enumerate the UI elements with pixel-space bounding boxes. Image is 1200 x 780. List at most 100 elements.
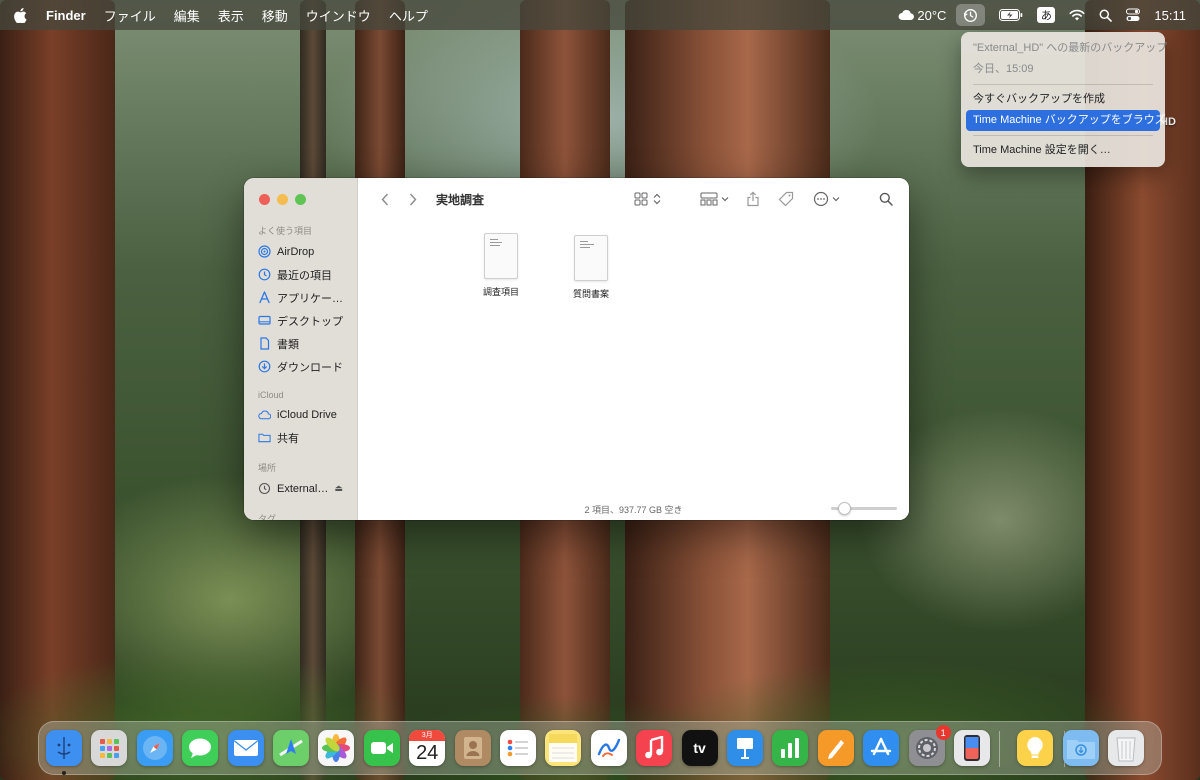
dock-facetime-icon[interactable] [363, 730, 400, 766]
shared-folder-icon [258, 431, 271, 444]
icon-size-slider[interactable] [831, 502, 897, 515]
wifi-icon[interactable] [1069, 4, 1085, 26]
dock-numbers-icon[interactable] [772, 730, 809, 766]
dock: 3月 24 tv 1 [38, 721, 1162, 775]
close-button[interactable] [259, 194, 270, 205]
dock-music-icon[interactable] [636, 730, 673, 766]
menubar-clock[interactable]: 15:11 [1154, 4, 1186, 26]
ime-icon[interactable]: あ [1037, 4, 1056, 26]
file-name: 質問書案 [572, 289, 609, 299]
dock-separator [999, 731, 1000, 767]
weather-temperature: 20°C [917, 7, 947, 23]
dock-notes-icon[interactable] [545, 730, 582, 766]
clock-icon [258, 268, 271, 281]
ime-indicator: あ [1037, 7, 1056, 23]
sidebar-item-label: iCloud Drive [277, 408, 337, 421]
tag-icon[interactable] [778, 189, 794, 209]
dock-system-settings-icon[interactable]: 1 [908, 725, 951, 766]
dock-messages-icon[interactable] [182, 730, 219, 766]
menu-file[interactable]: ファイル [104, 6, 156, 25]
zoom-button[interactable] [295, 194, 306, 205]
view-mode-button[interactable] [634, 189, 664, 209]
more-actions-button[interactable] [813, 189, 843, 209]
share-icon[interactable] [746, 189, 760, 209]
dock-photos-icon[interactable] [318, 730, 355, 766]
search-icon[interactable] [1099, 4, 1113, 26]
tm-latest-backup-time: 今日、15:09 [973, 63, 1034, 75]
dock-calendar-icon[interactable]: 3月 24 [409, 730, 446, 766]
weather-status[interactable]: 20°C [898, 4, 946, 26]
eject-icon[interactable]: ⏏ [334, 483, 343, 494]
menu-go[interactable]: 移動 [262, 6, 288, 25]
sidebar-item-recents[interactable]: 最近の項目 [244, 263, 357, 286]
dock-trash-icon[interactable] [1108, 730, 1145, 766]
sidebar-item-label: 最近の項目 [277, 269, 332, 282]
sidebar-item-label: AirDrop [277, 245, 315, 258]
dock-reminders-icon[interactable] [500, 730, 536, 766]
menu-app-finder[interactable]: Finder [46, 8, 86, 23]
control-center-icon[interactable] [1126, 4, 1141, 26]
dock-launchpad-icon[interactable] [91, 730, 128, 766]
sidebar-section-locations: 場所 [258, 463, 277, 473]
dock-freeform-icon[interactable] [590, 730, 627, 766]
sidebar-item-downloads[interactable]: ダウンロード [244, 355, 357, 378]
document-icon [258, 337, 271, 350]
text-document-icon [574, 235, 608, 281]
dock-safari-icon[interactable] [136, 730, 173, 766]
dock-pages-icon[interactable] [817, 730, 854, 766]
time-machine-icon [258, 482, 271, 495]
battery-icon[interactable] [999, 4, 1023, 26]
sidebar-item-shared[interactable]: 共有 [244, 426, 357, 449]
minimize-button[interactable] [277, 194, 288, 205]
tm-browse-backups[interactable]: Time Machine バックアップをブラウズ [966, 110, 1166, 131]
sidebar-item-label: 書類 [277, 338, 299, 351]
dock-keynote-icon[interactable] [727, 730, 763, 766]
file-name: 調査項目 [482, 287, 519, 297]
sidebar-item-label: デスクトップ [277, 315, 343, 328]
search-icon[interactable] [879, 189, 893, 209]
tv-label: tv [693, 740, 706, 756]
sidebar-item-airdrop[interactable]: AirDrop [244, 240, 357, 263]
group-button[interactable] [700, 189, 732, 209]
dock-finder-icon[interactable] [46, 730, 82, 766]
sidebar-item-applications[interactable]: アプリケー… [244, 286, 357, 309]
back-button[interactable] [374, 188, 396, 210]
dock-maps-icon[interactable] [273, 730, 309, 766]
sidebar-item-icloud-drive[interactable]: iCloud Drive [244, 403, 357, 426]
sidebar-section-tags: タグ [258, 514, 277, 520]
dock-mail-icon[interactable] [227, 730, 264, 766]
window-title: 実地調査 [436, 192, 485, 207]
dock-downloads-folder-icon[interactable] [1062, 730, 1099, 766]
desktop-icon [258, 314, 271, 327]
finder-sidebar: よく使う項目 AirDrop 最近の項目 アプリケー… デスクトップ 書類 ダウ… [244, 178, 358, 520]
menu-edit[interactable]: 編集 [174, 6, 200, 25]
status-bar: 2 項目、937.77 GB 空き [358, 498, 909, 520]
sidebar-item-label: ダウンロード [277, 361, 343, 374]
dock-tips-icon[interactable] [1017, 730, 1054, 766]
dock-iphone-mirroring-icon[interactable] [954, 730, 990, 766]
sidebar-item-external-hd[interactable]: External… ⏏ [244, 477, 357, 500]
time-machine-menu: "External_HD" への最新のバックアップ 今日、15:09 今すぐバッ… [961, 32, 1167, 167]
file-item[interactable]: 調査項目 [456, 233, 546, 298]
forward-button[interactable] [402, 188, 424, 210]
dock-tv-icon[interactable]: tv [681, 730, 718, 766]
sidebar-item-documents[interactable]: 書類 [244, 332, 357, 355]
menu-bar: Finder ファイル 編集 表示 移動 ウインドウ ヘルプ 20°C あ 15… [0, 0, 1200, 30]
menu-window[interactable]: ウインドウ [306, 6, 371, 25]
notification-badge: 1 [935, 725, 951, 740]
dock-contacts-icon[interactable] [454, 730, 491, 766]
menu-help[interactable]: ヘルプ [389, 6, 428, 25]
sidebar-item-label: External… [277, 482, 329, 495]
menu-view[interactable]: 表示 [218, 6, 244, 25]
time-machine-icon[interactable] [956, 4, 986, 26]
sidebar-item-desktop[interactable]: デスクトップ [244, 309, 357, 332]
calendar-month: 3月 [409, 730, 446, 741]
apple-icon[interactable] [14, 7, 28, 23]
finder-content: 実地調査 調査項目 質問書案 2 項目、937.77 GB 空き [358, 178, 909, 520]
sidebar-section-favorites: よく使う項目 [258, 226, 313, 236]
dock-app-store-icon[interactable] [863, 730, 900, 766]
tm-backup-now[interactable]: 今すぐバックアップを作成 [966, 89, 1160, 110]
tm-open-settings[interactable]: Time Machine 設定を開く… [966, 140, 1160, 161]
file-item[interactable]: 質問書案 [546, 235, 636, 300]
applications-icon [258, 291, 271, 304]
